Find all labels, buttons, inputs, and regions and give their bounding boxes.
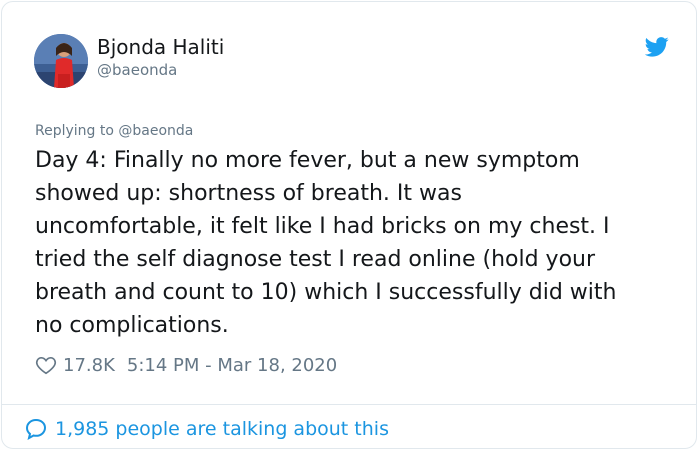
reply-mention-link[interactable]: @baeonda bbox=[118, 123, 193, 139]
like-count[interactable]: 17.8K bbox=[63, 355, 115, 376]
avatar[interactable] bbox=[34, 34, 88, 88]
replying-prefix: Replying to bbox=[35, 123, 119, 139]
twitter-bird-icon[interactable] bbox=[645, 37, 669, 57]
tweet-text: Day 4: Finally no more fever, but a new … bbox=[35, 148, 617, 338]
tweet-meta: 17.8K 5:14 PM - Mar 18, 2020 bbox=[35, 353, 337, 377]
replying-to: Replying to @baeonda bbox=[35, 123, 193, 140]
heart-icon[interactable] bbox=[35, 354, 57, 376]
tweet-timestamp[interactable]: 5:14 PM - Mar 18, 2020 bbox=[127, 355, 337, 376]
tweet-card: Bjonda Haliti @baeonda Replying to @baeo… bbox=[1, 1, 697, 449]
user-handle[interactable]: @baeonda bbox=[97, 61, 177, 79]
conversation-link[interactable]: 1,985 people are talking about this bbox=[24, 415, 389, 443]
speech-bubble-icon bbox=[25, 418, 47, 440]
divider bbox=[2, 404, 696, 405]
display-name[interactable]: Bjonda Haliti bbox=[97, 35, 224, 59]
conversation-text[interactable]: 1,985 people are talking about this bbox=[55, 418, 389, 440]
